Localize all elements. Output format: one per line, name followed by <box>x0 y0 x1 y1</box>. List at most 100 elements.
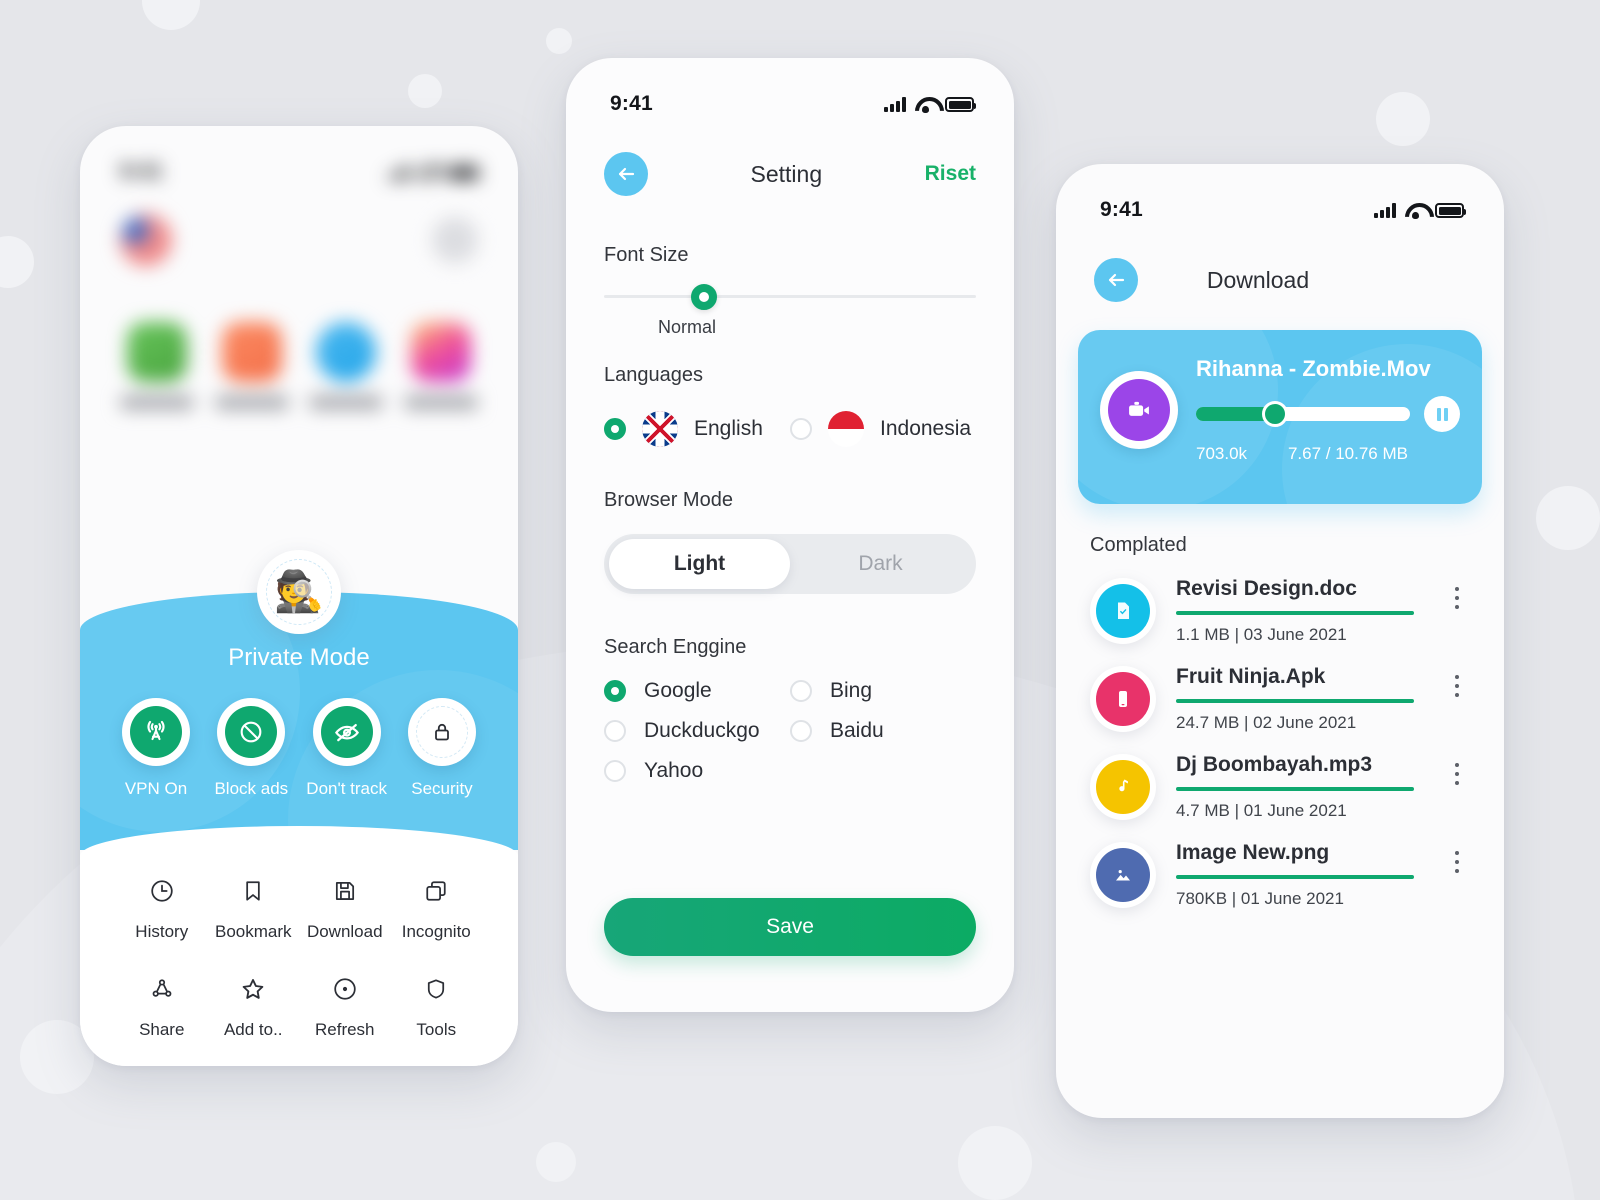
save-icon <box>299 874 391 908</box>
radio-duckduckgo[interactable] <box>604 720 626 742</box>
menu-item-download[interactable]: Download <box>299 874 391 942</box>
menu-item-share[interactable]: Share <box>116 972 208 1040</box>
menu-item-refresh[interactable]: Refresh <box>299 972 391 1040</box>
avatar <box>432 217 478 263</box>
toggle-security[interactable]: Security <box>400 698 484 799</box>
pause-icon <box>1436 407 1441 421</box>
menu-item-incognito[interactable]: Incognito <box>391 874 483 942</box>
toggle-label: Don't track <box>306 779 388 798</box>
segment-dark[interactable]: Dark <box>790 539 971 589</box>
menu-label: Add to.. <box>223 1020 283 1039</box>
engine-label: Duckduckgo <box>644 719 760 742</box>
progress-knob[interactable] <box>1262 401 1289 427</box>
file-row[interactable]: Fruit Ninja.Apk 24.7 MB | 02 June 2021 <box>1056 645 1504 733</box>
browser-mode-label: Browser Mode <box>604 489 733 511</box>
more-vertical-icon[interactable] <box>1444 851 1470 899</box>
file-name: Image New.png <box>1176 841 1330 864</box>
back-button[interactable] <box>1094 258 1138 302</box>
engine-option-baidu[interactable]: Baidu <box>790 719 976 743</box>
slider-thumb[interactable] <box>691 283 718 310</box>
file-row[interactable]: Revisi Design.doc 1.1 MB | 03 June 2021 <box>1056 557 1504 645</box>
engine-option-duckduckgo[interactable]: Duckduckgo <box>604 719 790 743</box>
file-row[interactable]: Image New.png 780KB | 01 June 2021 <box>1056 821 1504 909</box>
engine-option-bing[interactable]: Bing <box>790 679 976 703</box>
status-icons <box>1374 202 1466 219</box>
menu-label: Bookmark <box>214 922 292 941</box>
star-icon <box>208 972 300 1006</box>
clock-icon <box>116 874 208 908</box>
status-bar: 9:41 <box>566 58 1014 116</box>
file-meta: 24.7 MB | 02 June 2021 <box>1176 713 1357 732</box>
menu-label: Incognito <box>401 922 471 941</box>
bg-circle <box>1536 486 1600 550</box>
progress-bar[interactable] <box>1196 401 1410 427</box>
file-avatar <box>1090 754 1156 820</box>
browser-mode-toggle[interactable]: Light Dark <box>604 534 976 594</box>
slider-track[interactable] <box>604 283 976 310</box>
radio-baidu[interactable] <box>790 720 812 742</box>
toggle-block-ads[interactable]: Block ads <box>209 698 293 799</box>
home-topbar <box>120 214 478 266</box>
search-engine-options: Google Bing Duckduckgo Baidu Yahoo <box>566 659 1014 799</box>
download-meta: 703.0k 7.67 / 10.76 MB <box>1196 444 1460 464</box>
font-size-slider[interactable]: Normal <box>566 267 1014 337</box>
status-time: 9:41 <box>120 160 163 183</box>
segment-light[interactable]: Light <box>609 539 790 589</box>
save-button[interactable]: Save <box>604 898 976 956</box>
status-time: 9:41 <box>610 92 653 115</box>
more-vertical-icon[interactable] <box>1444 763 1470 811</box>
search-engine-label: Search Enggine <box>604 636 747 658</box>
shortcut-item <box>403 322 478 409</box>
engine-option-google[interactable]: Google <box>604 679 790 703</box>
more-vertical-icon[interactable] <box>1444 587 1470 635</box>
file-progress-bar <box>1176 875 1415 879</box>
menu-item-tools[interactable]: Tools <box>391 972 483 1040</box>
download-file-name: Rihanna - Zombie.Mov <box>1196 356 1431 381</box>
toggle-label: Block ads <box>214 779 289 798</box>
bg-circle <box>0 236 34 288</box>
refresh-icon <box>299 972 391 1006</box>
radio-bing[interactable] <box>790 680 812 702</box>
radio-google[interactable] <box>604 680 626 702</box>
file-progress-bar <box>1176 611 1415 615</box>
bg-circle <box>546 28 572 54</box>
phone-download: 9:41 Download Rihanna - Zombie.Mov 703.0… <box>1056 164 1504 1118</box>
languages-options: English Indonesia <box>566 387 1014 447</box>
file-name: Fruit Ninja.Apk <box>1176 665 1326 688</box>
toggle-dont-track[interactable]: Don't track <box>305 698 389 799</box>
file-progress-bar <box>1176 699 1415 703</box>
wifi-icon <box>1405 202 1426 219</box>
engine-label: Bing <box>830 679 873 702</box>
file-avatar <box>1090 578 1156 644</box>
more-vertical-icon[interactable] <box>1444 675 1470 723</box>
pause-button[interactable] <box>1424 396 1460 432</box>
menu-item-add-to[interactable]: Add to.. <box>208 972 300 1040</box>
menu-item-history[interactable]: History <box>116 874 208 942</box>
engine-option-yahoo[interactable]: Yahoo <box>604 759 790 783</box>
menu-label: History <box>135 922 189 941</box>
eye-off-icon <box>320 706 373 758</box>
menu-label: Download <box>306 922 383 941</box>
page-title: Download <box>1206 266 1310 293</box>
bookmark-icon <box>208 874 300 908</box>
toggle-vpn[interactable]: VPN On <box>114 698 198 799</box>
status-time: 9:41 <box>1100 198 1143 221</box>
video-camera-icon <box>1108 379 1170 441</box>
battery-icon <box>449 165 480 180</box>
menu-item-bookmark[interactable]: Bookmark <box>208 874 300 942</box>
back-button[interactable] <box>604 152 648 196</box>
download-speed: 703.0k <box>1196 444 1248 463</box>
radio-yahoo[interactable] <box>604 760 626 782</box>
app-logo <box>120 214 172 266</box>
image-icon <box>1096 848 1150 902</box>
file-row[interactable]: Dj Boombayah.mp3 4.7 MB | 01 June 2021 <box>1056 733 1504 821</box>
wifi-icon <box>915 96 936 113</box>
radio-english[interactable] <box>604 418 626 440</box>
language-option-english[interactable]: English <box>604 411 790 447</box>
active-download-card: Rihanna - Zombie.Mov 703.0k 7.67 / 10.76… <box>1078 330 1482 504</box>
radio-indonesia[interactable] <box>790 418 812 440</box>
language-option-indonesia[interactable]: Indonesia <box>790 411 976 447</box>
toggle-label: VPN On <box>124 779 188 798</box>
file-avatar <box>1090 842 1156 908</box>
reset-button[interactable]: Riset <box>925 162 976 186</box>
